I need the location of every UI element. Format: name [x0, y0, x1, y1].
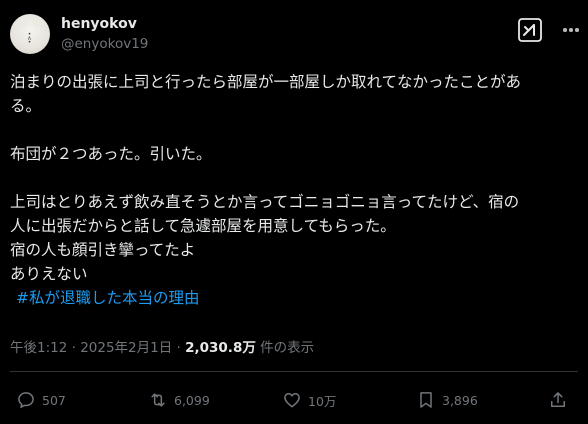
tweet-line: 宿の人も顔引き攣ってたよ — [10, 241, 196, 259]
tweet-line: 泊まりの出張に上司と行ったら部屋が一部屋しか取れてなかったことがあ — [10, 73, 522, 91]
share-icon — [551, 392, 565, 407]
tweet-line: 布団が２つあった。引いた。 — [10, 145, 212, 163]
tweet-header: • ∧ • henyokov @enyokov19 — [10, 14, 581, 58]
like-count: 10万 — [308, 393, 337, 409]
repost-count: 6,099 — [174, 392, 210, 408]
more-options-icon[interactable] — [561, 18, 581, 42]
avatar-face: • ∧ • — [27, 31, 33, 46]
bookmark-icon — [420, 392, 432, 408]
hashtag-link[interactable]: #私が退職した本当の理由 — [10, 289, 200, 307]
tweet-line: る。 — [10, 97, 42, 115]
avatar-ear-left — [19, 19, 27, 27]
avatar[interactable]: • ∧ • — [10, 14, 50, 54]
heart-icon — [284, 393, 300, 408]
repost-icon — [151, 393, 165, 407]
view-count[interactable]: 2,030.8万 — [185, 340, 256, 356]
bookmark-count: 3,896 — [442, 392, 478, 408]
share-button[interactable] — [548, 386, 574, 414]
divider — [10, 371, 578, 372]
bookmark-button[interactable]: 3,896 — [416, 386, 478, 414]
reply-button[interactable]: 507 — [16, 386, 66, 414]
user-handle[interactable]: @enyokov19 — [61, 36, 148, 52]
tweet-line: 上司はとりあえず飲み直そうとか言ってゴニョゴニョ言ってたけど、宿の — [10, 193, 520, 211]
tweet-meta: 午後1:12 · 2025年2月1日 · 2,030.8万 件の表示 — [10, 336, 314, 356]
action-bar: 507 6,099 10万 3,896 — [10, 386, 578, 414]
repost-button[interactable]: 6,099 — [148, 386, 210, 414]
tweet-line: 人に出張だからと話して急遽部屋を用意してもらった。 — [10, 217, 396, 235]
view-label: 件の表示 — [255, 340, 315, 356]
reply-count: 507 — [42, 392, 66, 408]
reply-icon — [18, 392, 34, 408]
display-name[interactable]: henyokov — [61, 16, 137, 32]
tweet-text: 泊まりの出張に上司と行ったら部屋が一部屋しか取れてなかったことがあ る。 布団が… — [10, 70, 578, 310]
avatar-ear-right — [33, 19, 41, 27]
tweet-line: ありえない — [10, 265, 88, 283]
timestamp[interactable]: 午後1:12 · 2025年2月1日 · — [10, 340, 185, 356]
like-button[interactable]: 10万 — [282, 386, 336, 414]
grok-icon[interactable] — [518, 18, 542, 42]
